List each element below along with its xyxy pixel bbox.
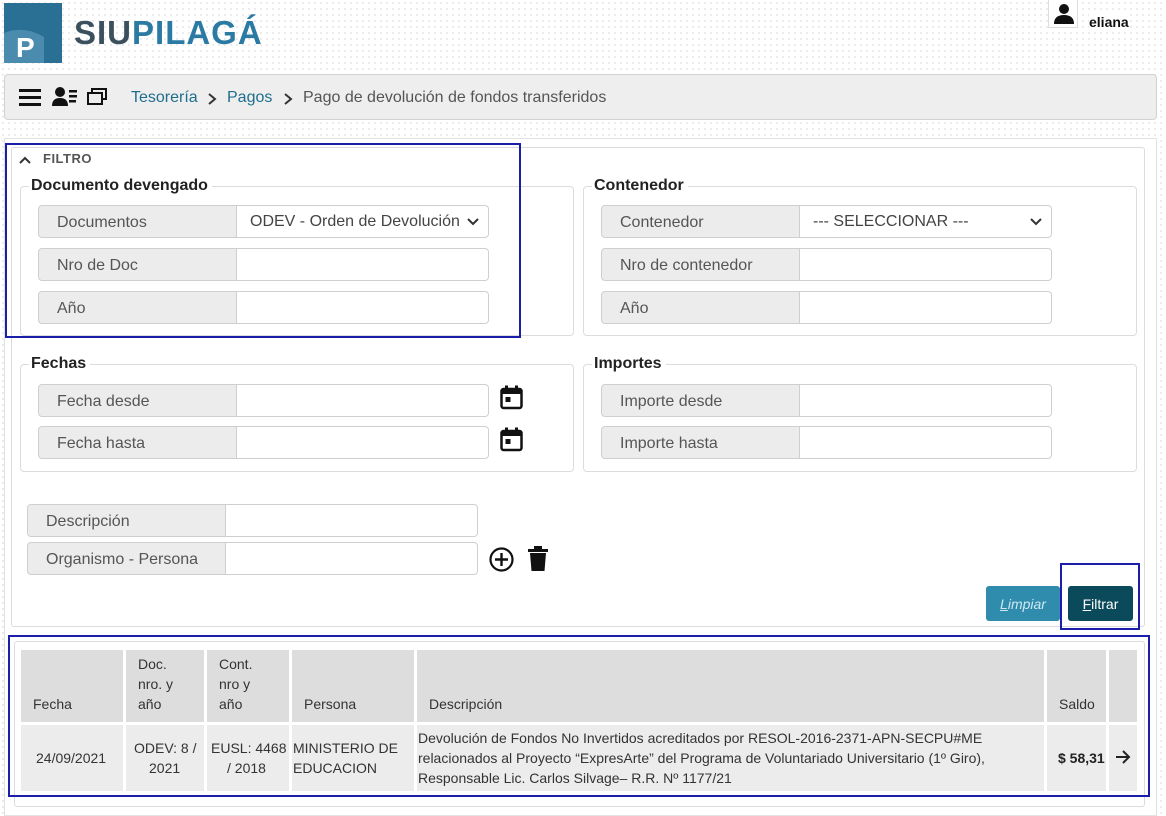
filter-toggle[interactable]: FILTRO (19, 151, 92, 166)
chevron-up-icon (19, 156, 31, 164)
table-cell-doc: ODEV: 8 / 2021 (126, 725, 204, 791)
row-desc-l3: Responsable Lic. Carlos Silvage– R.R. Nº… (418, 770, 732, 786)
table-cell-persona: MINISTERIO DE EDUCACION (292, 725, 414, 791)
user-icon (1054, 4, 1074, 24)
logo-text-pilaga: PILAGÁ (132, 14, 263, 51)
table-cell-action (1109, 725, 1137, 791)
row-cont-l1: EUSL: 4468 (211, 740, 287, 756)
col-header-doc-l3: año (138, 696, 162, 712)
col-header-doc-label: Doc. nro. y año (138, 654, 173, 714)
chevron-right-icon (208, 93, 217, 105)
breadcrumb-pagos[interactable]: Pagos (227, 89, 272, 107)
fecha-desde-input[interactable] (237, 384, 489, 417)
fecha-hasta-input[interactable] (237, 426, 489, 459)
col-header-cont-l1: Cont. (219, 656, 253, 672)
row-doc-l2: 2021 (149, 760, 181, 776)
col-header-cont-label: Cont. nro y año (219, 654, 252, 714)
col-header-saldo[interactable]: Saldo (1047, 650, 1106, 722)
col-header-doc-l1: Doc. (138, 656, 167, 672)
nro-contenedor-label: Nro de contenedor (601, 248, 800, 281)
user-avatar-button[interactable] (1048, 0, 1078, 28)
col-header-cont[interactable]: Cont. nro y año (207, 650, 289, 722)
logo-text: SIUPILAGÁ (74, 13, 263, 53)
row-desc-l1: Devolución de Fondos No Invertidos acred… (418, 730, 983, 746)
importe-hasta-input[interactable] (800, 426, 1052, 459)
col-header-persona-label: Persona (304, 696, 357, 712)
chevron-down-icon (1030, 218, 1042, 226)
app-logo: P SIUPILAGÁ (4, 3, 264, 65)
chevron-down-icon (467, 218, 479, 226)
anio-contenedor-label: Año (601, 291, 800, 324)
anio-doc-label: Año (38, 291, 237, 324)
filtrar-button[interactable]: Filtrar (1068, 586, 1133, 621)
descripcion-label: Descripción (27, 504, 226, 537)
documentos-select-value: ODEV - Orden de Devolución (250, 213, 460, 230)
chevron-right-icon (284, 93, 293, 105)
logo-mark: P (4, 3, 62, 63)
col-header-fecha[interactable]: Fecha (21, 650, 123, 722)
nro-contenedor-input[interactable] (800, 248, 1052, 281)
username: eliana (1089, 14, 1129, 30)
row-persona-l1: MINISTERIO DE (293, 740, 399, 756)
organismo-input[interactable] (226, 542, 478, 575)
col-header-doc-l2: nro. y (138, 676, 174, 692)
table-cell-fecha: 24/09/2021 (21, 725, 123, 791)
nro-doc-label: Nro de Doc (38, 248, 237, 281)
breadcrumb-tesoreria[interactable]: Tesorería (131, 89, 198, 107)
row-cont-l2: / 2018 (227, 760, 266, 776)
table-cell-descripcion: Devolución de Fondos No Invertidos acred… (417, 725, 1044, 791)
row-fecha: 24/09/2021 (36, 750, 107, 766)
filter-title: FILTRO (43, 151, 92, 166)
importe-hasta-label: Importe hasta (601, 426, 800, 459)
logo-text-siu: SIU (74, 14, 133, 51)
windows-icon[interactable] (87, 88, 107, 106)
contenedor-label: Contenedor (601, 205, 800, 238)
users-icon[interactable] (52, 86, 78, 108)
col-header-persona[interactable]: Persona (292, 650, 414, 722)
arrow-right-icon[interactable] (1115, 749, 1131, 765)
documentos-select[interactable]: ODEV - Orden de Devolución (237, 205, 489, 238)
organismo-label: Organismo - Persona (27, 542, 226, 575)
col-header-descripcion[interactable]: Descripción (417, 650, 1044, 722)
logo-letter: P (16, 32, 35, 63)
col-header-saldo-label: Saldo (1059, 696, 1095, 712)
table-cell-cont: EUSL: 4468 / 2018 (207, 725, 289, 791)
row-persona-l2: EDUCACION (293, 760, 378, 776)
row-desc-l2: relacionados al Proyecto “ExpresArte” de… (418, 750, 985, 766)
fecha-hasta-label: Fecha hasta (38, 426, 237, 459)
calendar-icon[interactable] (500, 427, 523, 452)
row-saldo: $ 58,31 (1058, 750, 1105, 766)
importe-desde-input[interactable] (800, 384, 1052, 417)
col-header-fecha-label: Fecha (33, 696, 72, 712)
row-doc-l1: ODEV: 8 / (134, 740, 197, 756)
importe-desde-label: Importe desde (601, 384, 800, 417)
contenedor-legend: Contenedor (592, 177, 688, 195)
anio-doc-input[interactable] (237, 291, 489, 324)
breadcrumb-bar: Tesorería Pagos Pago de devolución de fo… (4, 74, 1157, 120)
documento-legend: Documento devengado (29, 177, 212, 195)
plus-circle-icon[interactable] (489, 547, 514, 572)
fecha-desde-label: Fecha desde (38, 384, 237, 417)
importes-legend: Importes (592, 355, 666, 373)
descripcion-input[interactable] (226, 504, 478, 537)
col-header-descripcion-label: Descripción (429, 696, 503, 712)
contenedor-select-value: --- SELECCIONAR --- (813, 213, 969, 230)
documentos-label: Documentos (38, 205, 237, 238)
col-header-cont-l3: año (219, 696, 243, 712)
table-cell-saldo: $ 58,31 (1047, 725, 1106, 791)
col-header-cont-l2: nro y (219, 676, 251, 692)
menu-icon[interactable] (19, 88, 41, 106)
breadcrumb-current: Pago de devolución de fondos transferido… (303, 89, 607, 106)
col-header-doc[interactable]: Doc. nro. y año (126, 650, 204, 722)
fechas-legend: Fechas (29, 355, 91, 373)
contenedor-select[interactable]: --- SELECCIONAR --- (800, 205, 1052, 238)
trash-icon[interactable] (528, 546, 548, 572)
anio-contenedor-input[interactable] (800, 291, 1052, 324)
calendar-icon[interactable] (500, 385, 523, 410)
nro-doc-input[interactable] (237, 248, 489, 281)
limpiar-button[interactable]: Limpiar (986, 586, 1060, 621)
col-header-actions (1109, 650, 1137, 722)
